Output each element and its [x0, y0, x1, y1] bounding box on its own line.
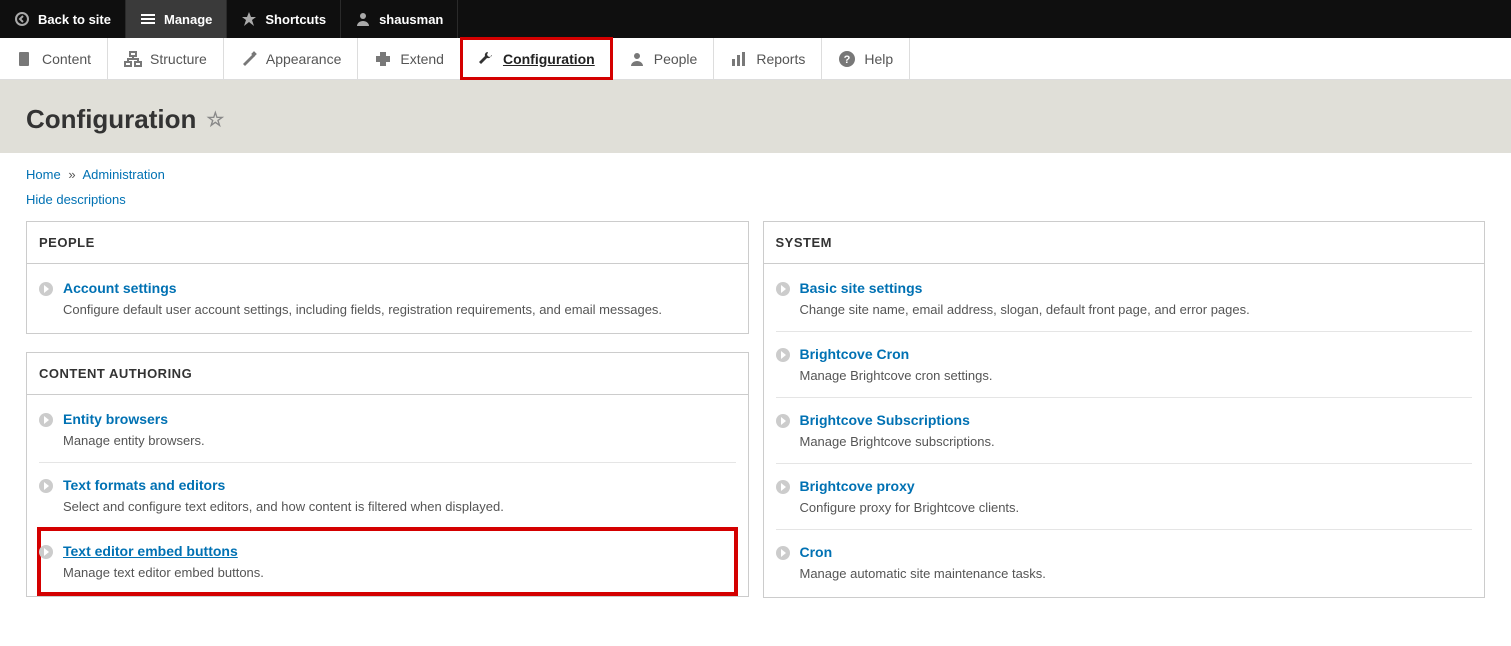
- menu-appearance[interactable]: Appearance: [224, 38, 359, 79]
- chevron-right-icon: [776, 414, 790, 428]
- menu-people-label: People: [654, 51, 698, 67]
- menu-extend[interactable]: Extend: [358, 38, 461, 79]
- menu-content[interactable]: Content: [0, 38, 108, 79]
- panel-content-authoring: CONTENT AUTHORING Entity browsers Manage…: [26, 352, 749, 597]
- link-account-settings[interactable]: Account settings: [63, 280, 177, 296]
- structure-icon: [124, 50, 142, 68]
- desc-text-formats: Select and configure text editors, and h…: [63, 499, 736, 514]
- menu-configuration-label: Configuration: [503, 51, 595, 67]
- menu-appearance-label: Appearance: [266, 51, 342, 67]
- cfg-entity-browsers: Entity browsers Manage entity browsers.: [39, 397, 736, 463]
- user-icon: [355, 11, 371, 27]
- extend-icon: [374, 50, 392, 68]
- right-column: SYSTEM Basic site settings Change site n…: [763, 221, 1486, 616]
- cfg-basic-site-settings: Basic site settings Change site name, em…: [776, 266, 1473, 332]
- panel-people: PEOPLE Account settings Configure defaul…: [26, 221, 749, 334]
- page-header: Configuration ☆: [0, 80, 1511, 153]
- menu-help[interactable]: ? Help: [822, 38, 910, 79]
- manage-button[interactable]: Manage: [126, 0, 227, 38]
- chevron-right-icon: [39, 479, 53, 493]
- menu-reports[interactable]: Reports: [714, 38, 822, 79]
- breadcrumb-home[interactable]: Home: [26, 167, 61, 182]
- hide-descriptions-link[interactable]: Hide descriptions: [26, 192, 126, 207]
- desc-text-editor-embed-buttons: Manage text editor embed buttons.: [63, 565, 736, 580]
- cfg-account-settings: Account settings Configure default user …: [39, 266, 736, 331]
- link-text-formats[interactable]: Text formats and editors: [63, 477, 225, 493]
- back-to-site-label: Back to site: [38, 12, 111, 27]
- menu-help-label: Help: [864, 51, 893, 67]
- back-to-site-button[interactable]: Back to site: [0, 0, 126, 38]
- panel-people-title: PEOPLE: [27, 222, 748, 264]
- link-brightcove-cron[interactable]: Brightcove Cron: [800, 346, 910, 362]
- desc-entity-browsers: Manage entity browsers.: [63, 433, 736, 448]
- hamburger-icon: [140, 11, 156, 27]
- menu-reports-label: Reports: [756, 51, 805, 67]
- chevron-right-icon: [776, 282, 790, 296]
- page-title-text: Configuration: [26, 104, 196, 135]
- wrench-icon: [477, 50, 495, 68]
- username-label: shausman: [379, 12, 443, 27]
- svg-text:?: ?: [844, 54, 851, 66]
- cfg-brightcove-cron: Brightcove Cron Manage Brightcove cron s…: [776, 332, 1473, 398]
- desc-brightcove-cron: Manage Brightcove cron settings.: [800, 368, 1473, 383]
- menu-people[interactable]: People: [612, 38, 715, 79]
- menu-structure-label: Structure: [150, 51, 207, 67]
- people-icon: [628, 50, 646, 68]
- desc-brightcove-subscriptions: Manage Brightcove subscriptions.: [800, 434, 1473, 449]
- chevron-right-icon: [39, 282, 53, 296]
- desc-basic-site-settings: Change site name, email address, slogan,…: [800, 302, 1473, 317]
- admin-menu: Content Structure Appearance Extend Conf…: [0, 38, 1511, 80]
- breadcrumb-sep: »: [64, 167, 79, 182]
- shortcuts-label: Shortcuts: [265, 12, 326, 27]
- content-icon: [16, 50, 34, 68]
- link-brightcove-proxy[interactable]: Brightcove proxy: [800, 478, 915, 494]
- top-toolbar: Back to site Manage Shortcuts shausman: [0, 0, 1511, 38]
- chevron-right-icon: [776, 546, 790, 560]
- help-icon: ?: [838, 50, 856, 68]
- cfg-text-editor-embed-buttons: Text editor embed buttons Manage text ed…: [39, 529, 736, 594]
- menu-configuration[interactable]: Configuration: [461, 38, 612, 79]
- desc-cron: Manage automatic site maintenance tasks.: [800, 566, 1473, 581]
- favorite-star-icon[interactable]: ☆: [206, 107, 224, 132]
- star-icon: [241, 11, 257, 27]
- panel-content-authoring-title: CONTENT AUTHORING: [27, 353, 748, 395]
- link-text-editor-embed-buttons[interactable]: Text editor embed buttons: [63, 543, 238, 559]
- link-cron[interactable]: Cron: [800, 544, 833, 560]
- cfg-cron: Cron Manage automatic site maintenance t…: [776, 530, 1473, 595]
- breadcrumb: Home » Administration: [26, 167, 1485, 182]
- panel-system-title: SYSTEM: [764, 222, 1485, 264]
- cfg-brightcove-subscriptions: Brightcove Subscriptions Manage Brightco…: [776, 398, 1473, 464]
- back-arrow-icon: [14, 11, 30, 27]
- appearance-icon: [240, 50, 258, 68]
- shortcuts-button[interactable]: Shortcuts: [227, 0, 341, 38]
- link-brightcove-subscriptions[interactable]: Brightcove Subscriptions: [800, 412, 970, 428]
- desc-account-settings: Configure default user account settings,…: [63, 302, 736, 317]
- chevron-right-icon: [39, 413, 53, 427]
- menu-structure[interactable]: Structure: [108, 38, 224, 79]
- manage-label: Manage: [164, 12, 212, 27]
- content-wrap: Home » Administration Hide descriptions …: [0, 153, 1511, 646]
- desc-brightcove-proxy: Configure proxy for Brightcove clients.: [800, 500, 1473, 515]
- chevron-right-icon: [776, 480, 790, 494]
- chevron-right-icon: [776, 348, 790, 362]
- cfg-text-formats: Text formats and editors Select and conf…: [39, 463, 736, 529]
- link-entity-browsers[interactable]: Entity browsers: [63, 411, 168, 427]
- user-menu-button[interactable]: shausman: [341, 0, 458, 38]
- cfg-brightcove-proxy: Brightcove proxy Configure proxy for Bri…: [776, 464, 1473, 530]
- breadcrumb-admin[interactable]: Administration: [82, 167, 164, 182]
- menu-content-label: Content: [42, 51, 91, 67]
- link-basic-site-settings[interactable]: Basic site settings: [800, 280, 923, 296]
- page-title: Configuration ☆: [26, 104, 1485, 135]
- chevron-right-icon: [39, 545, 53, 559]
- reports-icon: [730, 50, 748, 68]
- menu-extend-label: Extend: [400, 51, 444, 67]
- panel-system: SYSTEM Basic site settings Change site n…: [763, 221, 1486, 598]
- left-column: PEOPLE Account settings Configure defaul…: [26, 221, 749, 615]
